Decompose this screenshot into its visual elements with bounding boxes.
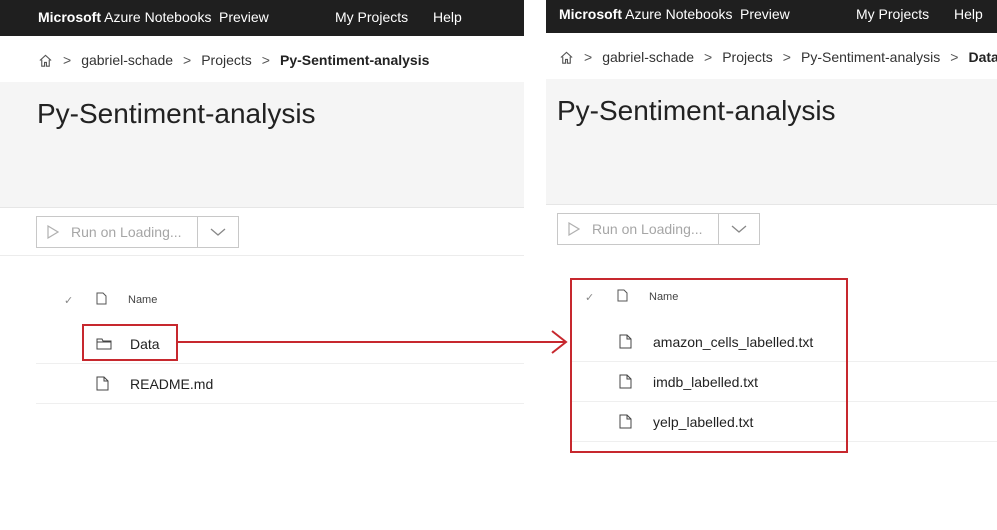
page-title: Py-Sentiment-analysis [37, 98, 316, 129]
file-list-header: ✓ Name [64, 292, 157, 308]
breadcrumb-separator: > [183, 52, 192, 68]
top-navbar: Microsoft Azure Notebooks Preview My Pro… [546, 0, 997, 33]
breadcrumb-separator: > [950, 49, 959, 65]
page-title: Py-Sentiment-analysis [557, 95, 836, 126]
project-header: Py-Sentiment-analysis [546, 79, 997, 205]
run-button[interactable]: Run on Loading... [558, 214, 718, 244]
help-link[interactable]: Help [433, 9, 462, 25]
my-projects-link[interactable]: My Projects [856, 6, 929, 22]
breadcrumb-projects[interactable]: Projects [201, 52, 252, 68]
breadcrumb-project[interactable]: Py-Sentiment-analysis [801, 49, 940, 65]
breadcrumb-folder[interactable]: Data [968, 49, 997, 65]
chevron-down-icon [731, 225, 747, 233]
breadcrumb: > gabriel-schade > Projects > Py-Sentime… [559, 49, 997, 65]
project-header: Py-Sentiment-analysis [0, 82, 524, 208]
brand-link[interactable]: Microsoft Azure Notebooks [38, 9, 212, 25]
breadcrumb: > gabriel-schade > Projects > Py-Sentime… [38, 52, 429, 68]
breadcrumb-projects[interactable]: Projects [722, 49, 773, 65]
run-button-label: Run on Loading... [71, 224, 182, 240]
run-button-group: Run on Loading... [36, 216, 239, 248]
select-all-check-icon[interactable]: ✓ [64, 294, 96, 307]
top-navbar: Microsoft Azure Notebooks Preview My Pro… [0, 0, 524, 36]
breadcrumb-user[interactable]: gabriel-schade [602, 49, 694, 65]
breadcrumb-separator: > [261, 52, 270, 68]
left-panel: Microsoft Azure Notebooks Preview My Pro… [0, 0, 524, 530]
data-folder-highlight [82, 324, 178, 361]
preview-label: Preview [740, 6, 790, 22]
help-link[interactable]: Help [954, 6, 983, 22]
play-icon [47, 225, 59, 239]
breadcrumb-separator: > [782, 49, 791, 65]
file-name[interactable]: README.md [130, 376, 213, 392]
breadcrumb-separator: > [584, 49, 593, 65]
chevron-down-icon [210, 228, 226, 236]
column-header-name[interactable]: Name [128, 294, 157, 306]
home-icon[interactable] [38, 53, 53, 68]
right-panel: Microsoft Azure Notebooks Preview My Pro… [546, 0, 997, 527]
run-button[interactable]: Run on Loading... [37, 217, 197, 247]
breadcrumb-separator: > [704, 49, 713, 65]
play-icon [568, 222, 580, 236]
brand-link[interactable]: Microsoft Azure Notebooks [559, 6, 733, 22]
run-button-group: Run on Loading... [557, 213, 760, 245]
list-item[interactable]: README.md [36, 364, 524, 404]
file-type-icon [96, 292, 107, 305]
my-projects-link[interactable]: My Projects [335, 9, 408, 25]
run-button-label: Run on Loading... [592, 221, 703, 237]
breadcrumb-project[interactable]: Py-Sentiment-analysis [280, 52, 429, 68]
run-dropdown-button[interactable] [718, 214, 759, 244]
breadcrumb-user[interactable]: gabriel-schade [81, 52, 173, 68]
home-icon[interactable] [559, 50, 574, 65]
run-dropdown-button[interactable] [197, 217, 238, 247]
toolbar-divider [0, 255, 524, 256]
data-contents-highlight [570, 278, 848, 453]
file-icon [96, 376, 109, 391]
breadcrumb-separator: > [63, 52, 72, 68]
preview-label: Preview [219, 9, 269, 25]
